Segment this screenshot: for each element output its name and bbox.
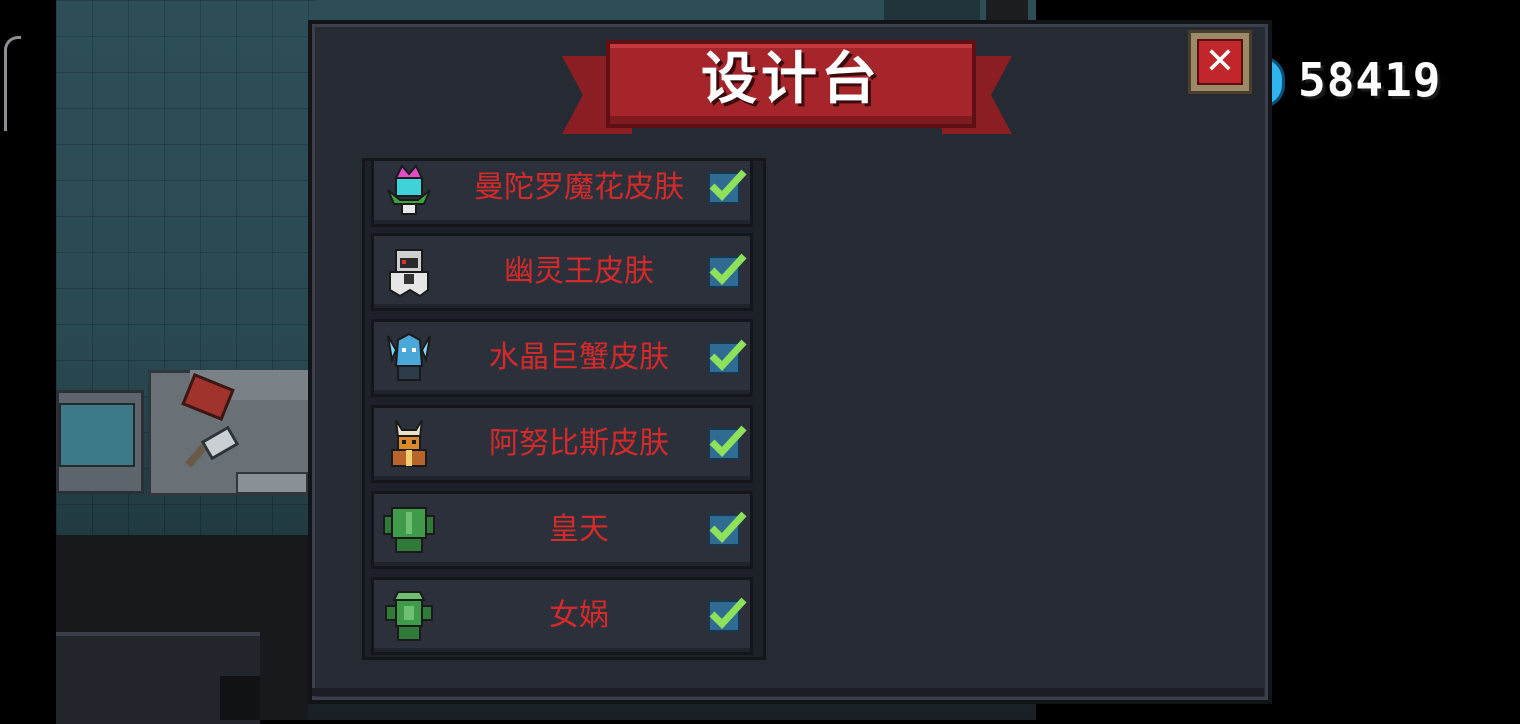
skin-checkbox[interactable]	[708, 597, 747, 632]
skin-name: 曼陀罗魔花皮肤	[474, 170, 684, 205]
checkmark-icon	[709, 339, 747, 372]
skin-name: 女娲	[549, 598, 609, 633]
skin-row-anubis[interactable]: 阿努比斯皮肤	[371, 405, 753, 483]
ghost-king-avatar-icon	[389, 249, 429, 298]
crystal-crab-avatar-icon	[387, 332, 431, 381]
background-pillar	[986, 0, 1028, 22]
huangtian-avatar-icon	[383, 507, 435, 553]
skin-name: 阿努比斯皮肤	[489, 426, 669, 461]
skin-checkbox[interactable]	[708, 253, 747, 288]
mandala-flower-avatar-icon	[387, 164, 431, 215]
screen-edge-bracket	[4, 36, 21, 131]
nuwa-avatar-icon	[385, 591, 433, 641]
workbench-foot	[236, 472, 308, 494]
skin-checkbox[interactable]	[708, 169, 747, 204]
checkmark-icon	[709, 597, 747, 630]
close-button-face[interactable]: ✕	[1197, 39, 1243, 85]
wall-ledge-post	[220, 676, 260, 720]
skin-name: 水晶巨蟹皮肤	[489, 340, 669, 375]
skin-checkbox[interactable]	[708, 339, 747, 374]
anubis-avatar-icon	[391, 419, 427, 467]
skin-row-huangtian[interactable]: 皇天	[371, 491, 753, 569]
checkmark-icon	[709, 511, 747, 544]
computer-monitor	[56, 390, 144, 494]
checkmark-icon	[709, 253, 747, 286]
gem-count: 58419	[1298, 53, 1442, 107]
skin-row-crystal-crab[interactable]: 水晶巨蟹皮肤	[371, 319, 753, 397]
close-button[interactable]: ✕	[1188, 30, 1252, 94]
skin-row-ghost-king[interactable]: 幽灵王皮肤	[371, 233, 753, 311]
checkmark-icon	[709, 169, 747, 202]
skin-name: 幽灵王皮肤	[504, 254, 654, 289]
dialog-title: 设计台	[701, 47, 881, 112]
skin-checkbox[interactable]	[708, 511, 747, 546]
skin-checkbox[interactable]	[708, 425, 747, 460]
monitor-screen	[59, 403, 135, 467]
skin-name: 皇天	[549, 512, 609, 547]
skin-list[interactable]: 曼陀罗魔花皮肤 幽灵王皮肤 水晶巨蟹皮肤 阿努比斯皮肤 皇天 女娲	[362, 158, 766, 660]
skin-row-mandala[interactable]: 曼陀罗魔花皮肤	[371, 161, 753, 227]
skin-row-nuwa[interactable]: 女娲	[371, 577, 753, 655]
dialog-shadow	[312, 688, 1264, 696]
close-icon[interactable]: ✕	[1199, 41, 1241, 83]
checkmark-icon	[709, 425, 747, 458]
background-machine	[884, 0, 980, 22]
